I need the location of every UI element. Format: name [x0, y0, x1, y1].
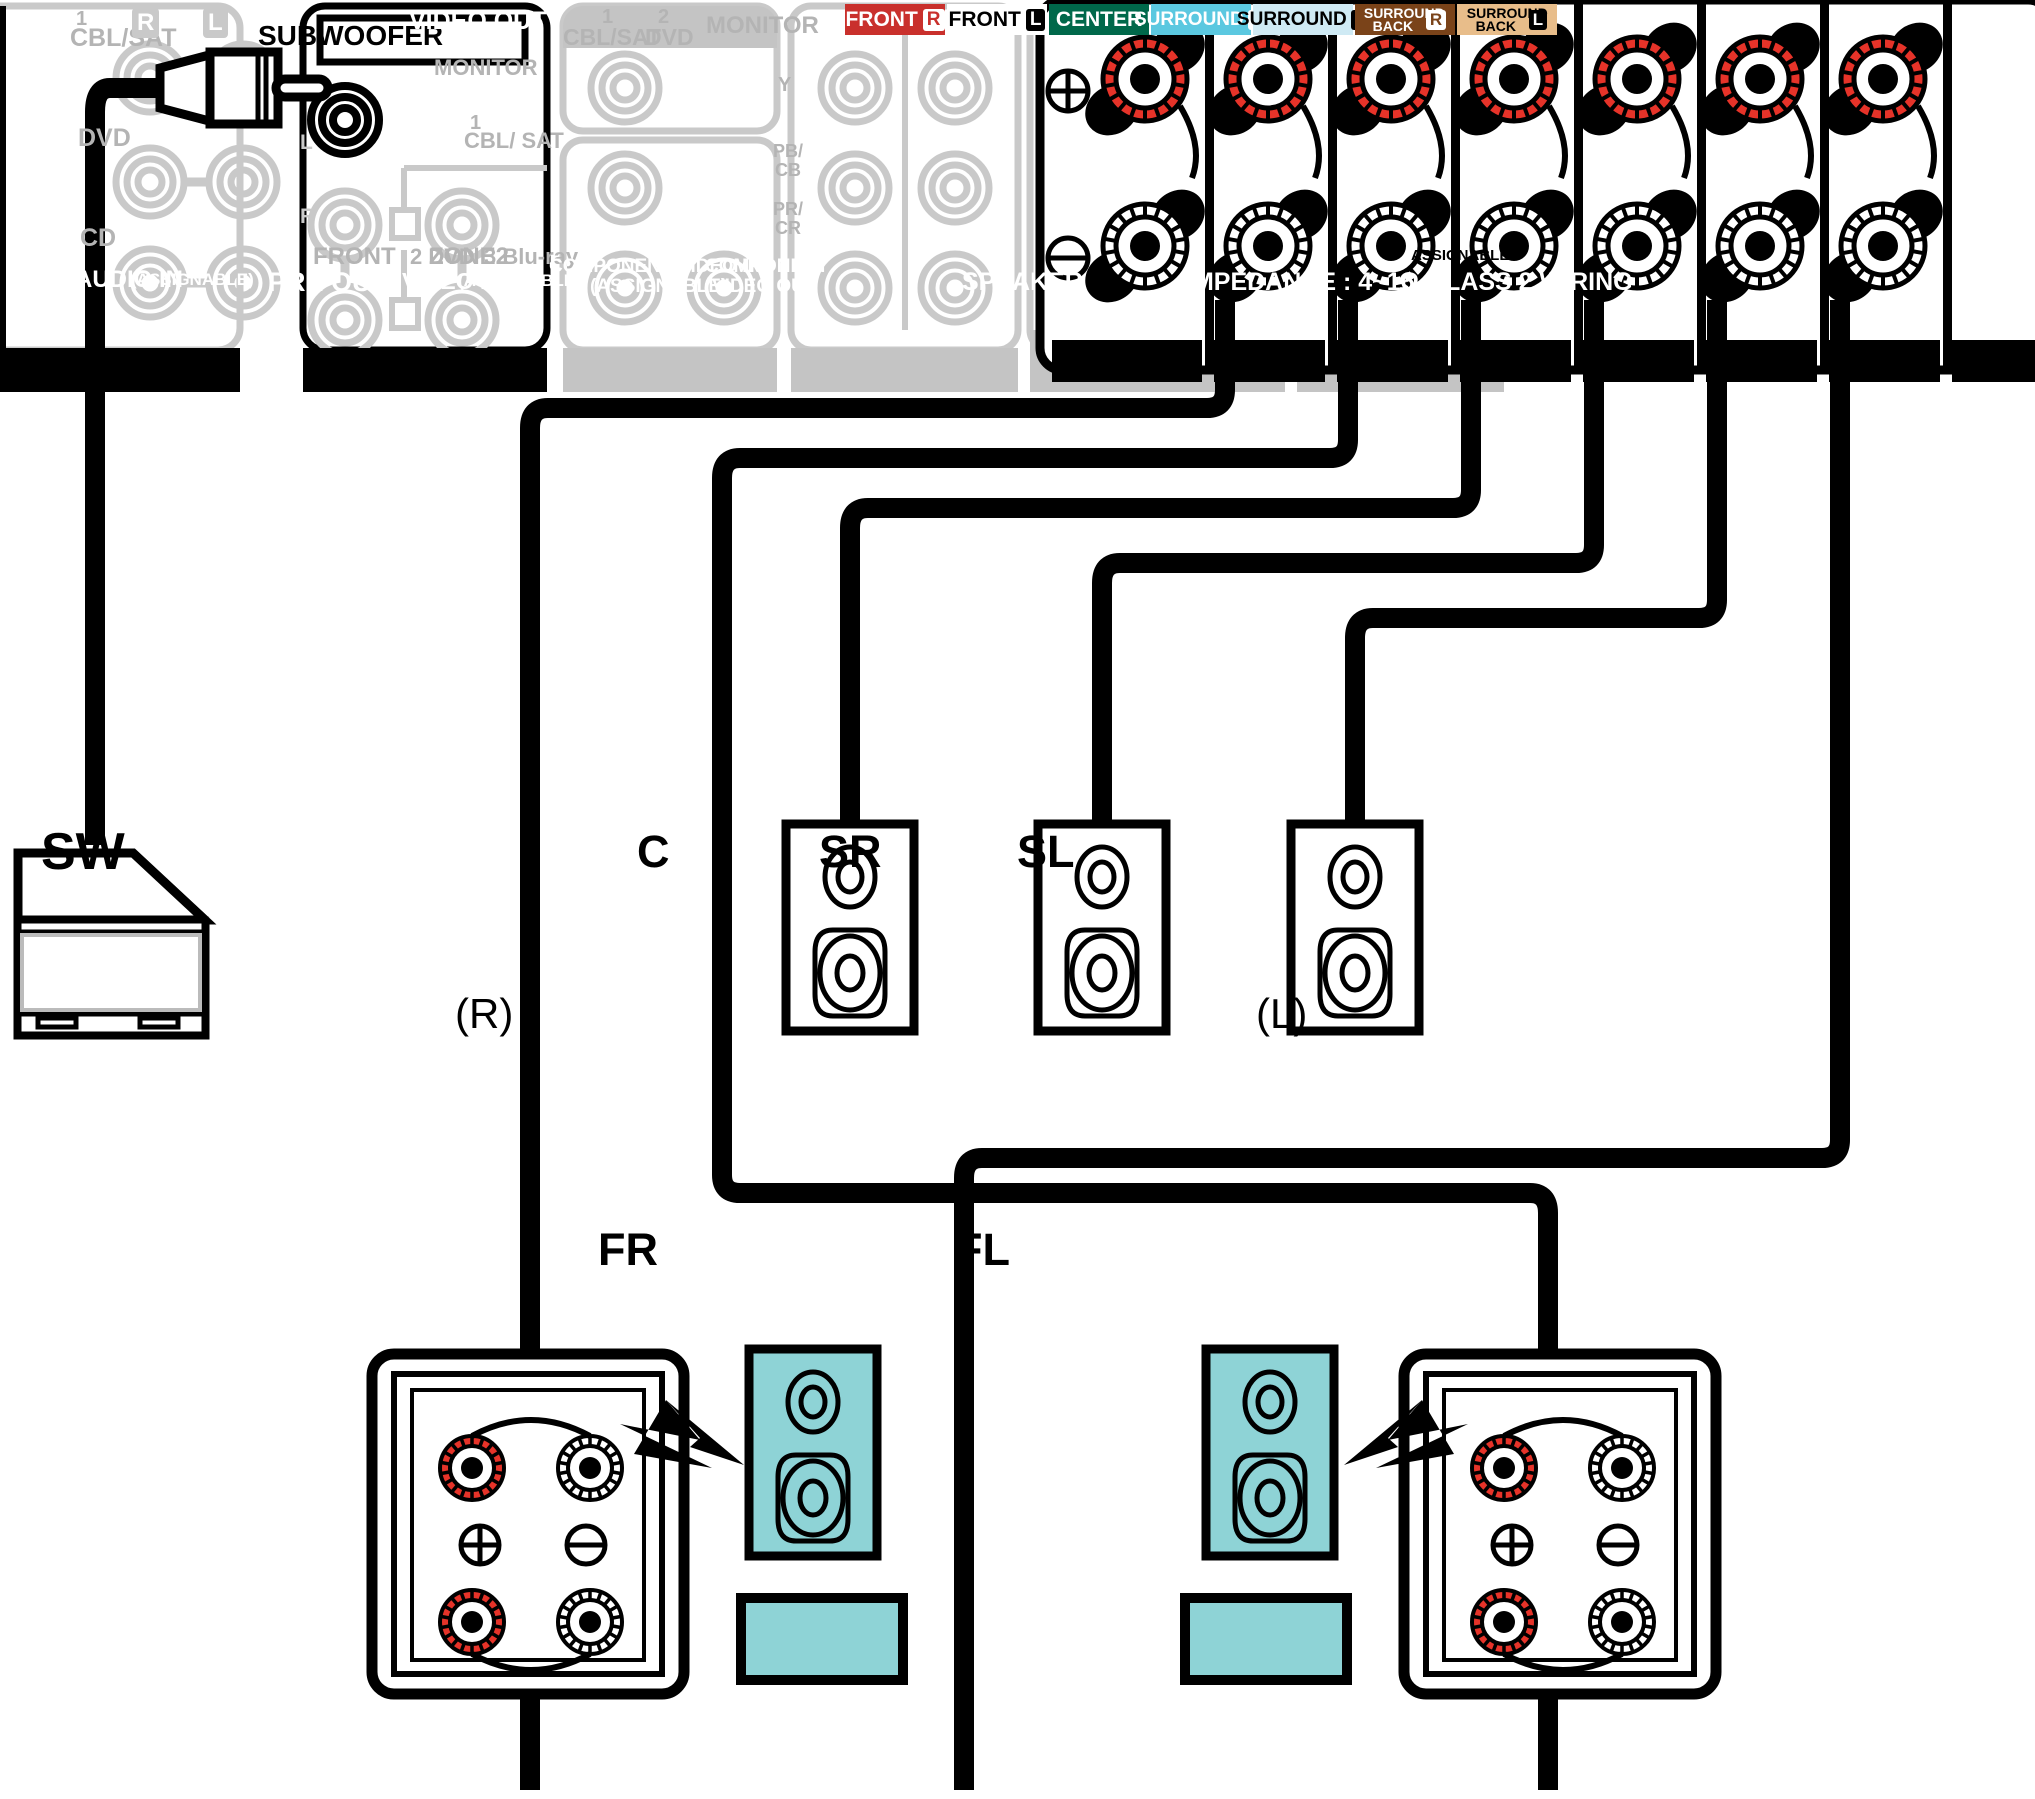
terminal-label-center-text: CENTER	[1055, 7, 1143, 31]
terminal-label-front-l: FRONT L	[947, 4, 1047, 35]
video-in-col2-label: DVD	[645, 24, 694, 50]
component-video-out-caption2: VIDEO OUT	[712, 276, 817, 297]
component-video-in-caption-suffix: (ASSIGNABLE)	[590, 276, 728, 297]
video-out-cblsat-text: CBL/ SAT	[464, 128, 564, 153]
audio-in-channel-l-badge: L	[203, 8, 228, 38]
label-c: C	[637, 826, 670, 877]
label-fl: FL	[955, 1224, 1010, 1275]
assignable-caption: ASSIGNABLE	[1411, 247, 1510, 264]
panel-video-in	[787, 2, 1022, 392]
video-out-monitor-label: MONITOR	[434, 55, 538, 80]
wall-plate-left	[1398, 1348, 1722, 1700]
audio-in-label-cblsat: CBL/SAT	[70, 24, 177, 52]
device-front-right-speaker	[749, 1349, 877, 1556]
video-out-caption: VIDEO OUT	[409, 7, 547, 35]
component-out-signal-pr: PR/ CR	[768, 200, 808, 238]
terminal-label-surround-l-text: SURROUND	[1236, 8, 1347, 30]
fl-label-plate	[1180, 1593, 1352, 1685]
terminal-label-front-r: FRONT R	[845, 4, 945, 35]
label-plate-left-side: (L)	[1256, 990, 1308, 1037]
label-sl: SL	[1017, 826, 1075, 877]
wall-plate-right	[366, 1348, 690, 1700]
terminal-label-front-l-badge: L	[1025, 8, 1046, 31]
terminal-label-front-l-text: FRONT	[948, 7, 1021, 31]
class2-wiring-caption: CLASS 2 WIRING	[1427, 268, 1633, 296]
impedance-caption: IMPEDANCE : 4~16	[1186, 268, 1415, 296]
terminal-label-surround-back-l-badge: L	[1528, 9, 1548, 30]
label-plate-right-side: (R)	[455, 990, 514, 1037]
terminal-label-front-r-text: FRONT	[845, 7, 918, 31]
component-out-pr-text: PR/ CR	[772, 199, 803, 238]
device-surround-left-speaker	[1291, 824, 1419, 1031]
terminal-label-front-r-badge: R	[922, 8, 945, 31]
audio-in-label-cd: CD	[80, 224, 117, 252]
pre-out-caption: PRE OUT	[268, 267, 389, 297]
label-sw: SW	[41, 823, 125, 881]
terminal-label-surround-l: SURROUND L	[1237, 4, 1370, 35]
audio-in-label-dvd: DVD	[78, 124, 131, 152]
speaker-caption: SPEAKER	[962, 268, 1083, 296]
fr-label-plate	[736, 1593, 908, 1685]
monitor-caption: MONITOR	[706, 12, 819, 39]
video-out-cblsat-label: CBL/ SAT	[464, 130, 564, 152]
pre-out-channel-r: R	[300, 205, 316, 228]
pre-out-channel-l: L	[300, 131, 313, 154]
terminal-label-surround-back-l: SURROUND BACK L	[1457, 4, 1557, 35]
device-front-left-speaker	[1206, 1349, 1334, 1556]
audio-in-channel-r-badge: R	[132, 8, 160, 38]
label-sr: SR	[819, 826, 882, 877]
label-fr: FR	[598, 1224, 658, 1275]
terminal-label-surround-back-r-text: SURROUND BACK	[1363, 4, 1445, 34]
component-out-pb-text: PB/ CB	[772, 141, 803, 180]
diagram-canvas: 1 CBL/SAT DVD CD R L AUDIO IN (ASSIGNABL…	[0, 0, 2035, 1799]
terminal-label-surround-r-text: SURROUND	[1133, 8, 1244, 30]
component-out-signal-y: Y	[778, 74, 792, 96]
component-out-signal-pb: PB/ CB	[768, 142, 808, 180]
terminal-label-surround-back-l-text: SURROUND BACK	[1466, 4, 1548, 34]
terminal-label-surround-back-r-badge: R	[1425, 9, 1447, 30]
component-video-out-caption: COMPONENT	[705, 256, 829, 277]
audio-in-caption-suffix: (ASSIGNABLE)	[131, 270, 254, 289]
video-out-dvd-label: 2 DVD	[410, 244, 475, 269]
speaker-terminal-block	[1035, 0, 2035, 382]
terminal-label-surround-back-r: SURROUND BACK R	[1355, 4, 1455, 35]
impedance-ohm-symbol: Ω	[1399, 268, 1420, 296]
panel-video-out	[559, 2, 781, 392]
